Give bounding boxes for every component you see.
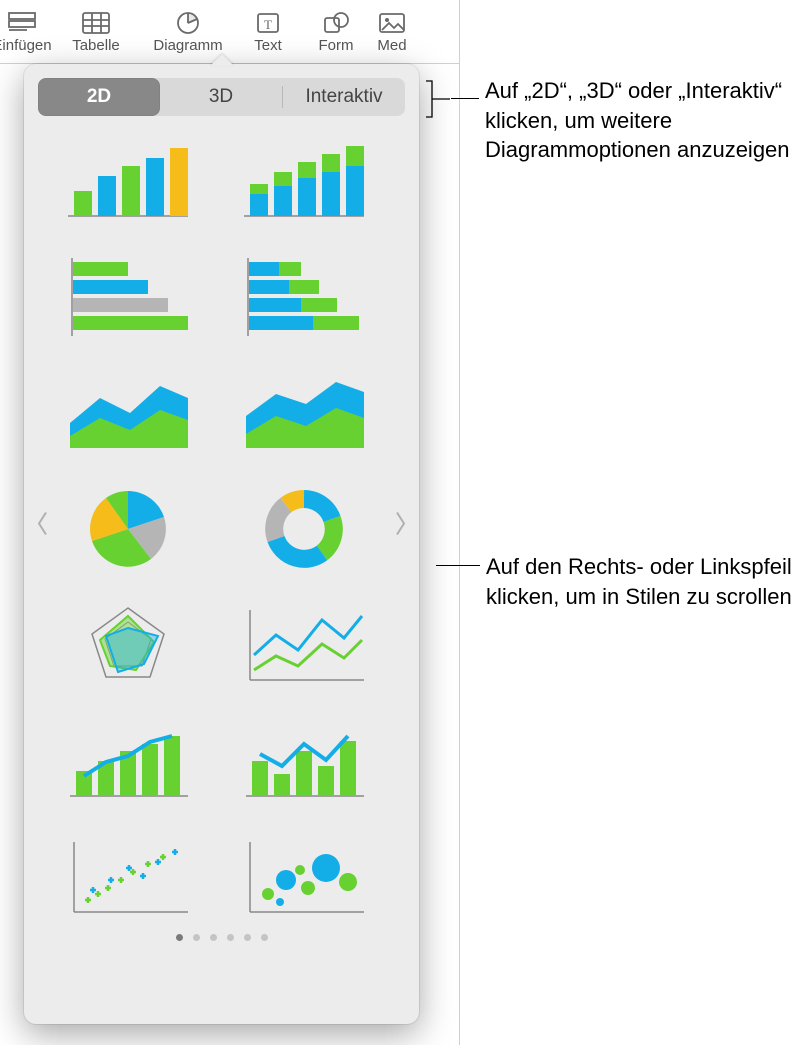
- shape-icon: [321, 10, 351, 36]
- text-icon: T: [253, 10, 283, 36]
- page-indicator: [24, 934, 419, 941]
- insert-icon: [7, 10, 37, 36]
- toolbar-label: Form: [319, 37, 354, 54]
- chart-column[interactable]: [60, 136, 196, 226]
- chart-style-grid: [24, 126, 419, 928]
- chart-line[interactable]: [236, 600, 372, 690]
- tab-interactive[interactable]: Interaktiv: [283, 78, 405, 116]
- chart-popover: 2D 3D Interaktiv: [24, 64, 419, 1024]
- callout-line: [436, 565, 480, 566]
- toolbar-chart[interactable]: Diagramm: [146, 2, 230, 62]
- chart-scatter[interactable]: [60, 832, 196, 922]
- svg-text:T: T: [264, 17, 272, 32]
- tab-3d[interactable]: 3D: [160, 78, 282, 116]
- toolbar-insert[interactable]: Einfügen: [0, 2, 46, 62]
- toolbar-shape[interactable]: Form: [306, 2, 366, 62]
- page-dot[interactable]: [227, 934, 234, 941]
- page-dot[interactable]: [261, 934, 268, 941]
- toolbar-label: Diagramm: [153, 37, 222, 54]
- chart-stacked-column[interactable]: [236, 136, 372, 226]
- chart-type-segmented-control: 2D 3D Interaktiv: [38, 78, 405, 116]
- callout-tabs: Auf „2D“, „3D“ oder „Interaktiv“ klicken…: [485, 76, 795, 165]
- chart-donut[interactable]: [236, 484, 372, 574]
- chart-stacked-bar[interactable]: [236, 252, 372, 342]
- chart-pie[interactable]: [60, 484, 196, 574]
- media-icon: [377, 10, 407, 36]
- chart-bar[interactable]: [60, 252, 196, 342]
- toolbar-label: Einfügen: [0, 37, 52, 54]
- toolbar-media[interactable]: Med: [374, 2, 410, 62]
- chart-stacked-area[interactable]: [236, 368, 372, 458]
- chart-combo-column-line-2[interactable]: [236, 716, 372, 806]
- chart-radar[interactable]: [60, 600, 196, 690]
- app-window: Einfügen Tabelle Diagramm T Text Form: [0, 0, 460, 1045]
- callout-bracket-icon: [422, 79, 452, 119]
- toolbar-label: Med: [377, 37, 406, 54]
- chart-combo-column-line[interactable]: [60, 716, 196, 806]
- toolbar-text[interactable]: T Text: [238, 2, 298, 62]
- page-dot[interactable]: [210, 934, 217, 941]
- callout-line: [451, 98, 479, 99]
- page-dot[interactable]: [193, 934, 200, 941]
- toolbar-label: Text: [254, 37, 282, 54]
- chart-bubble[interactable]: [236, 832, 372, 922]
- table-icon: [81, 10, 111, 36]
- toolbar-table[interactable]: Tabelle: [54, 2, 138, 62]
- pie-chart-icon: [173, 10, 203, 36]
- callout-arrows: Auf den Rechts- oder Linkspfeil klicken,…: [486, 552, 800, 611]
- toolbar-label: Tabelle: [72, 37, 120, 54]
- page-dot[interactable]: [176, 934, 183, 941]
- chart-area[interactable]: [60, 368, 196, 458]
- page-dot[interactable]: [244, 934, 251, 941]
- tab-2d[interactable]: 2D: [38, 78, 160, 116]
